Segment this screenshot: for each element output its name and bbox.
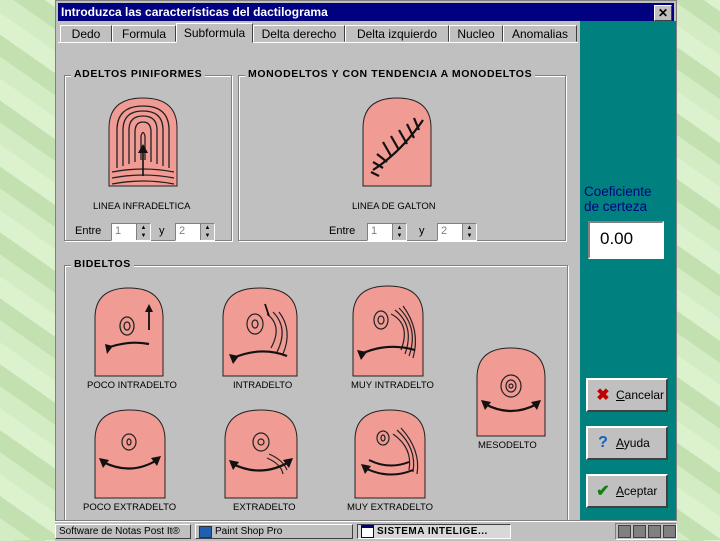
tray-icon[interactable] bbox=[618, 525, 631, 538]
certainty-label: Coeficiente de certeza bbox=[584, 184, 652, 214]
task-label: SISTEMA INTELIGE... bbox=[377, 526, 488, 537]
ok-button[interactable]: ✔ Aceptar bbox=[586, 474, 668, 508]
caption-poco-extradelto: POCO EXTRADELTO bbox=[83, 502, 177, 513]
help-label: Ayuda bbox=[616, 436, 650, 450]
window-icon bbox=[361, 525, 374, 538]
spinner-arrows[interactable]: ▲ ▼ bbox=[136, 224, 150, 240]
fingerprint-intradelto[interactable] bbox=[221, 286, 299, 378]
certainty-field: 0.00 bbox=[588, 221, 664, 259]
adeltos-from-spinner[interactable]: 1 ▲ ▼ bbox=[111, 223, 151, 241]
fingerprint-extradelto[interactable] bbox=[223, 408, 299, 500]
adeltos-to-spinner[interactable]: 2 ▲ ▼ bbox=[175, 223, 215, 241]
tab-delta-derecho[interactable]: Delta derecho bbox=[253, 25, 345, 42]
tab-dedo[interactable]: Dedo bbox=[60, 25, 112, 42]
spinner-arrows[interactable]: ▲ ▼ bbox=[392, 224, 406, 240]
fingerprint-muy-extradelto[interactable] bbox=[353, 408, 427, 500]
tray-icon[interactable] bbox=[648, 525, 661, 538]
group-title: BIDELTOS bbox=[71, 258, 134, 270]
group-monodeltos: MONODELTOS Y CON TENDENCIA A MONODELTOS bbox=[238, 68, 566, 241]
caption-poco-intradelto: POCO INTRADELTO bbox=[87, 380, 177, 391]
fingerprint-linea-infradeltica[interactable] bbox=[107, 96, 179, 188]
checkmark-icon: ✔ bbox=[596, 483, 610, 500]
help-button[interactable]: ? Ayuda bbox=[586, 426, 668, 460]
window-title: Introduzca las características del dacti… bbox=[61, 5, 328, 19]
caption-mesodelto: MESODELTO bbox=[478, 440, 537, 451]
system-tray bbox=[615, 523, 677, 540]
tray-icon[interactable] bbox=[633, 525, 646, 538]
caption-linea-infradeltica: LINEA INFRADELTICA bbox=[93, 201, 191, 212]
tab-formula[interactable]: Formula bbox=[112, 25, 176, 42]
dactilograma-dialog: Introduzca las características del dacti… bbox=[55, 0, 677, 521]
spinner-arrows[interactable]: ▲ ▼ bbox=[462, 224, 476, 240]
y-label: y bbox=[419, 225, 425, 237]
task-sistema-inteligente[interactable]: SISTEMA INTELIGE... bbox=[357, 524, 511, 539]
group-bideltos: BIDELTOS POCO INTRADELTO INTRADELTO MUY … bbox=[64, 258, 568, 520]
x-icon: ✖ bbox=[596, 387, 610, 404]
cancel-label: Cancelar bbox=[616, 388, 665, 402]
task-post-it[interactable]: Software de Notas Post It® bbox=[55, 524, 191, 539]
question-icon: ? bbox=[598, 434, 608, 451]
monodeltos-to-spinner[interactable]: 2 ▲ ▼ bbox=[437, 223, 477, 241]
spinner-value: 1 bbox=[371, 225, 378, 237]
certainty-label-line1: Coeficiente bbox=[584, 184, 652, 199]
tab-strip: Dedo Formula Subformula Delta derecho De… bbox=[58, 23, 578, 43]
task-paint-shop-pro[interactable]: Paint Shop Pro bbox=[195, 524, 353, 539]
tab-delta-izquierdo[interactable]: Delta izquierdo bbox=[345, 25, 449, 42]
entre-label: Entre bbox=[75, 225, 102, 237]
caption-extradelto: EXTRADELTO bbox=[233, 502, 296, 513]
ok-label: Aceptar bbox=[616, 484, 658, 498]
fingerprint-mesodelto[interactable] bbox=[475, 346, 547, 438]
task-label: Paint Shop Pro bbox=[215, 526, 283, 537]
group-title: ADELTOS PINIFORMES bbox=[71, 68, 206, 80]
spinner-value: 2 bbox=[441, 225, 448, 237]
close-button[interactable]: ✕ bbox=[654, 5, 672, 21]
certainty-value: 0.00 bbox=[600, 229, 634, 248]
spinner-value: 1 bbox=[115, 225, 122, 237]
group-title: MONODELTOS Y CON TENDENCIA A MONODELTOS bbox=[245, 68, 536, 80]
tray-icon[interactable] bbox=[663, 525, 676, 538]
fingerprint-muy-intradelto[interactable] bbox=[351, 284, 425, 378]
entre-label: Entre bbox=[329, 225, 356, 237]
tab-nucleo[interactable]: Nucleo bbox=[449, 25, 503, 42]
fingerprint-linea-de-galton[interactable] bbox=[361, 96, 433, 188]
cancel-button[interactable]: ✖ Cancelar bbox=[586, 378, 668, 412]
side-panel: Coeficiente de certeza 0.00 ✖ Cancelar ?… bbox=[580, 21, 676, 520]
caption-muy-extradelto: MUY EXTRADELTO bbox=[347, 502, 434, 513]
taskbar: Software de Notas Post It® Paint Shop Pr… bbox=[55, 521, 677, 541]
caption-muy-intradelto: MUY INTRADELTO bbox=[351, 380, 434, 391]
certainty-label-line2: de certeza bbox=[584, 199, 648, 214]
spinner-arrows[interactable]: ▲ ▼ bbox=[200, 224, 214, 240]
caption-linea-de-galton: LINEA DE GALTON bbox=[352, 201, 436, 212]
paint-shop-icon bbox=[199, 525, 212, 538]
y-label: y bbox=[159, 225, 165, 237]
fingerprint-poco-intradelto[interactable] bbox=[93, 286, 165, 378]
caption-intradelto: INTRADELTO bbox=[233, 380, 293, 391]
subformula-panel: ADELTOS PINIFORMES LINEA INFRADELTICA En… bbox=[58, 42, 578, 520]
spinner-value: 2 bbox=[179, 225, 186, 237]
fingerprint-poco-extradelto[interactable] bbox=[93, 408, 167, 500]
tab-subformula[interactable]: Subformula bbox=[176, 23, 253, 43]
monodeltos-from-spinner[interactable]: 1 ▲ ▼ bbox=[367, 223, 407, 241]
title-bar: Introduzca las características del dacti… bbox=[58, 3, 674, 21]
tab-anomalias[interactable]: Anomalias bbox=[503, 25, 577, 42]
group-adeltos-piniformes: ADELTOS PINIFORMES LINEA INFRADELTICA En… bbox=[64, 68, 232, 241]
